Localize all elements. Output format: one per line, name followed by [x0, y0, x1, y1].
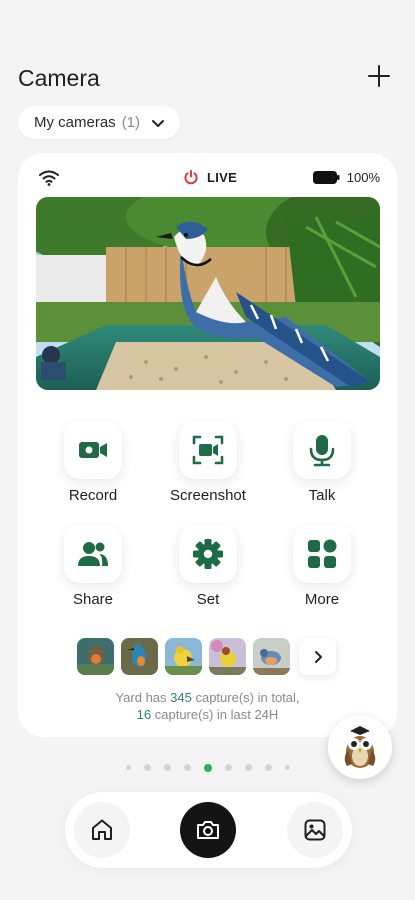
talk-label: Talk	[308, 487, 336, 504]
capture-thumbnail[interactable]	[77, 638, 114, 675]
page-dot-active[interactable]	[203, 763, 212, 772]
settings-button[interactable]: Set	[153, 525, 263, 608]
grid-icon	[308, 539, 337, 568]
more-button[interactable]: More	[267, 525, 377, 608]
battery-level: 100%	[346, 170, 380, 185]
screenshot-label: Screenshot	[170, 487, 246, 504]
capture-thumbnail[interactable]	[209, 638, 246, 675]
home-icon	[92, 819, 112, 840]
page-dot[interactable]	[244, 764, 252, 771]
settings-label: Set	[196, 591, 220, 608]
capture-thumbnail[interactable]	[165, 638, 202, 675]
power-icon	[184, 169, 198, 185]
camera-card: LIVE 100% Record Screenshot Talk Share S…	[18, 153, 397, 737]
page-indicator	[0, 763, 415, 772]
tab-gallery[interactable]	[287, 802, 343, 858]
record-button[interactable]: Record	[38, 421, 148, 504]
gallery-icon	[304, 819, 326, 841]
talk-button[interactable]: Talk	[267, 421, 377, 504]
people-icon	[78, 542, 108, 566]
screenshot-icon	[192, 435, 224, 465]
chevron-right-icon	[314, 650, 322, 663]
chevron-down-icon	[152, 119, 165, 127]
live-indicator[interactable]: LIVE	[183, 169, 237, 185]
tab-home[interactable]	[74, 802, 130, 858]
page-dot[interactable]	[163, 764, 171, 771]
selector-label: My cameras	[34, 114, 116, 131]
selector-count: (1)	[121, 114, 141, 131]
battery-status: 100%	[312, 170, 380, 185]
live-video-feed[interactable]	[36, 197, 380, 390]
plus-icon	[368, 65, 390, 87]
header: Camera	[18, 62, 393, 98]
gear-icon	[193, 539, 223, 569]
captures-next-button[interactable]	[299, 638, 336, 675]
capture-thumbnail[interactable]	[121, 638, 158, 675]
video-camera-icon	[79, 442, 107, 458]
live-label: LIVE	[207, 169, 238, 185]
screenshot-button[interactable]: Screenshot	[153, 421, 263, 504]
live-feed-image	[36, 197, 380, 390]
page-dot[interactable]	[284, 765, 290, 770]
tab-camera[interactable]	[180, 802, 236, 858]
wifi-icon	[39, 170, 59, 186]
camera-icon	[197, 821, 219, 839]
camera-status-bar: LIVE 100%	[18, 167, 397, 189]
share-button[interactable]: Share	[38, 525, 148, 608]
recent-captures	[77, 638, 336, 675]
capture-summary: Yard has 345 capture(s) in total, 16 cap…	[115, 690, 300, 722]
page-dot[interactable]	[143, 764, 151, 771]
bottom-tab-bar	[65, 792, 352, 868]
total-captures: 345	[170, 690, 192, 705]
camera-selector-dropdown[interactable]: My cameras (1)	[18, 106, 181, 139]
recent-captures-count: 16	[136, 707, 152, 722]
page-dot[interactable]	[264, 764, 272, 771]
battery-icon	[312, 171, 340, 184]
page-dot[interactable]	[183, 764, 191, 771]
capture-thumbnail[interactable]	[253, 638, 290, 675]
more-label: More	[304, 591, 340, 608]
record-label: Record	[68, 487, 118, 504]
page-dot[interactable]	[224, 764, 232, 771]
page-title: Camera	[18, 65, 100, 91]
microphone-icon	[309, 435, 335, 467]
add-camera-button[interactable]	[365, 62, 393, 90]
share-label: Share	[72, 591, 114, 608]
page-dot[interactable]	[125, 765, 131, 770]
